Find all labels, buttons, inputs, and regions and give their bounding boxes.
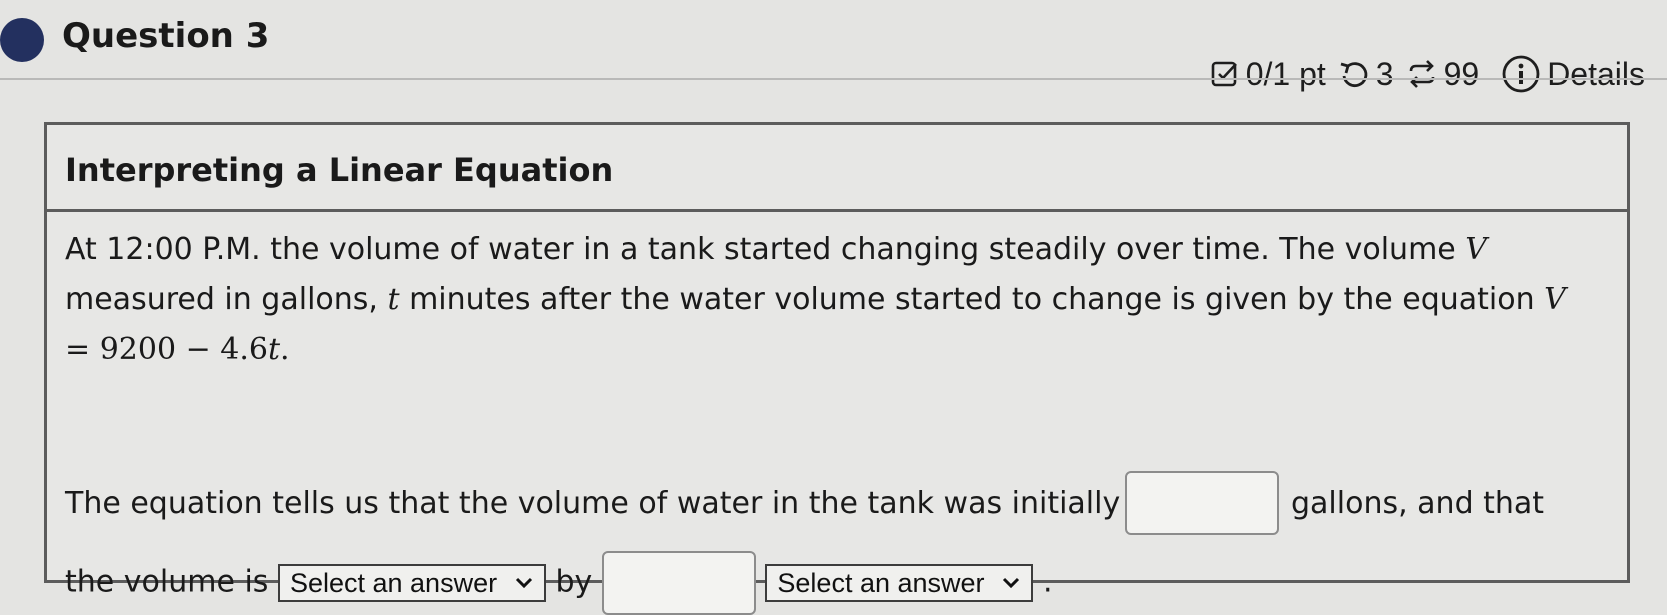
retry-indicator: 3 [1338, 56, 1394, 93]
sentence-text-3: the volume is [65, 564, 269, 600]
answer-line-1: The equation tells us that the volume of… [65, 471, 1544, 535]
initial-volume-input[interactable] [1125, 471, 1279, 535]
question-meta: 0/1 pt 3 99 Details [1198, 54, 1645, 94]
select-1-label: Select an answer [289, 568, 498, 598]
problem-statement: At 12:00 P.M. the volume of water in a t… [65, 225, 1599, 375]
checkbox-pencil-icon [1210, 59, 1240, 89]
equation-minus: − [176, 332, 221, 367]
score-text: 0/1 pt [1245, 55, 1326, 92]
score-indicator: 0/1 pt [1210, 56, 1326, 93]
equation-period: . [280, 332, 290, 367]
question-panel: Interpreting a Linear Equation At 12:00 … [44, 122, 1630, 615]
question-title: Question 3 [62, 16, 270, 56]
retry-count: 3 [1375, 55, 1394, 92]
intro-text-2: measured in gallons, [65, 282, 388, 317]
chevron-down-icon [1001, 576, 1021, 590]
change-direction-select[interactable]: Select an answer [277, 564, 546, 602]
sentence-text-1: The equation tells us that the volume of… [65, 486, 1121, 521]
info-icon [1501, 54, 1541, 94]
equation-lhs: V [1544, 282, 1566, 317]
retry-icon [1338, 58, 1370, 90]
equation-equals: = [65, 332, 100, 367]
sentence-text-4: by [555, 564, 593, 600]
attempts-count: 99 [1443, 55, 1480, 92]
sentence-text-2: gallons, and that [1291, 486, 1545, 521]
answer-line-2: the volume is Select an answer by Select… [65, 551, 1053, 615]
select-2-label: Select an answer [777, 568, 985, 598]
variable-t: t [387, 282, 400, 317]
sentence-end: . [1042, 564, 1053, 600]
details-button[interactable]: Details [1501, 54, 1645, 94]
equation-constant: 9200 [99, 332, 177, 367]
rate-unit-select[interactable]: Select an answer [765, 564, 1034, 602]
question-status-dot [0, 18, 44, 62]
panel-body: At 12:00 P.M. the volume of water in a t… [65, 209, 1609, 615]
variable-v: V [1465, 232, 1487, 267]
panel-header: Interpreting a Linear Equation [47, 125, 1627, 212]
details-label: Details [1547, 55, 1645, 92]
intro-text-1: At 12:00 P.M. the volume of water in a t… [65, 232, 1466, 267]
repeat-icon [1406, 58, 1438, 90]
header-divider [0, 78, 1667, 80]
chevron-down-icon [514, 576, 534, 590]
panel-title: Interpreting a Linear Equation [65, 151, 614, 189]
rate-input[interactable] [601, 551, 756, 615]
intro-text-3: minutes after the water volume started t… [399, 282, 1545, 317]
attempts-indicator: 99 [1406, 55, 1480, 93]
equation-coefficient: 4.6 [220, 332, 268, 367]
equation-variable: t [267, 332, 281, 367]
